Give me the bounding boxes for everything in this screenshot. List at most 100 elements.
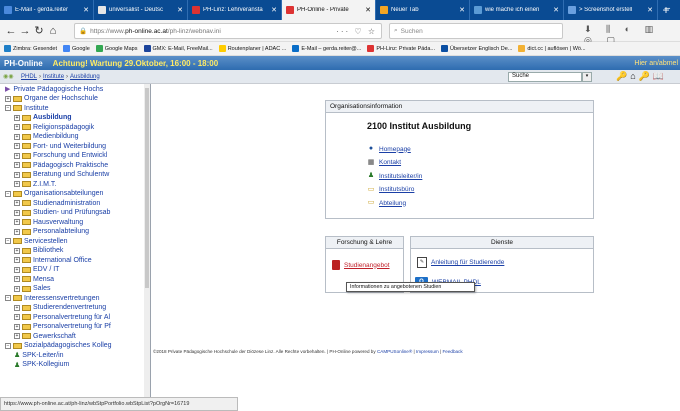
browser-tab[interactable]: wie mache ich einen ✕ [470,0,564,20]
org-info-item[interactable]: ▦ Kontakt [367,159,401,167]
tree-node[interactable]: + Beratung und Schulentw [0,170,150,180]
expand-icon[interactable]: + [14,304,20,311]
bookmark-item[interactable]: dict.cc | auflösen | Wö... [518,45,586,52]
home-icon[interactable]: ⌂ [46,25,60,37]
org-info-link[interactable]: Institutsbüro [379,186,414,193]
tree-node[interactable]: + Fort- und Weiterbildung [0,142,150,152]
expand-icon[interactable]: + [14,209,20,216]
breadcrumb-ausbildung[interactable]: Ausbildung [70,74,100,80]
browser-search-input[interactable]: ⌕ Suchen [389,23,563,39]
org-info-link[interactable]: Kontakt [379,159,401,166]
browser-tab[interactable]: PH-Linz: Lehrveransta ✕ [188,0,282,20]
tree-node[interactable]: + Religionspädagogik [0,123,150,133]
org-info-item[interactable]: ▭ Institutsbüro [367,186,415,194]
tree-node[interactable]: + International Office [0,256,150,266]
bookmark-item[interactable]: Übersetzer Englisch De... [441,45,512,52]
bookmark-item[interactable]: E-Mail – gerda.reiter@... [292,45,361,52]
ph-online-logo[interactable]: PH-Online [4,59,43,68]
tree-node[interactable]: + Studien- und Prüfungsab [0,208,150,218]
expand-icon[interactable]: + [14,257,20,264]
back-icon[interactable]: ← [4,25,18,37]
collapse-icon[interactable]: − [5,238,11,245]
expand-icon[interactable]: + [14,266,20,273]
footer-feedback-link[interactable]: Feedback [442,349,462,354]
anleitung-item[interactable]: ✎ Anleitung für Studierende [417,257,504,268]
expand-icon[interactable]: + [14,124,20,131]
close-icon[interactable]: ✕ [365,6,371,14]
tree-node[interactable]: + EDV / IT [0,265,150,275]
close-icon[interactable]: ✕ [553,6,559,14]
header-tool-icons[interactable]: 🔑⌂🔑📖 [616,71,667,82]
bookmark-item[interactable]: Routenplaner | ADAC ... [218,45,286,52]
footer-campusonline-link[interactable]: CAMPUSonline® [377,349,412,354]
expand-icon[interactable]: + [14,181,20,188]
collapse-icon[interactable]: − [5,190,11,197]
bookmark-item[interactable]: Google Maps [95,45,138,52]
tree-node[interactable]: + Ausbildung [0,113,150,123]
tree-node[interactable]: − Interessensvertretungen [0,294,150,304]
forward-icon[interactable]: → [18,25,32,37]
expand-icon[interactable]: + [14,133,20,140]
site-search-input[interactable]: Suche [508,72,582,82]
bookmark-item[interactable]: Zimbra: Gesendet [4,45,57,52]
tree-node[interactable]: + Organe der Hochschule [0,94,150,104]
reload-icon[interactable]: ↻ [32,24,46,37]
tree-node[interactable]: + Studienadministration [0,199,150,209]
browser-tab[interactable]: E-Mail - gerda.reiter ✕ [0,0,94,20]
close-icon[interactable]: ✕ [83,6,89,14]
org-info-item[interactable]: ● Homepage [367,145,411,153]
expand-icon[interactable]: + [14,228,20,235]
bookmark-item[interactable]: PH-Linz: Private Päda... [367,45,435,52]
expand-icon[interactable]: + [14,200,20,207]
tree-node[interactable]: + Bibliothek [0,246,150,256]
collapse-icon[interactable]: − [5,295,11,302]
expand-icon[interactable]: + [14,171,20,178]
expand-icon[interactable]: + [14,114,20,121]
org-info-link[interactable]: Institutsleiter/in [379,173,422,180]
close-icon[interactable]: ✕ [647,6,653,14]
bookmark-item[interactable]: GMX: E-Mail, FreeMail... [143,45,213,52]
expand-icon[interactable]: + [14,247,20,254]
expand-icon[interactable]: + [14,162,20,169]
org-info-link[interactable]: Abteilung [379,200,406,207]
expand-icon[interactable]: + [14,143,20,150]
tree-node[interactable]: + Gewerkschaft [0,332,150,342]
tree-node[interactable]: + Studierendenvertretung [0,303,150,313]
tree-node[interactable]: − Sozialpädagogisches Kolleg [0,341,150,351]
bookmark-item[interactable]: Google [63,45,90,52]
tree-node[interactable]: ♟ SPK-Leiter/in [0,351,150,361]
org-info-item[interactable]: ▭ Abteilung [367,199,406,207]
address-bar[interactable]: 🔒 https://www. ph-online.ac.at /ph-linz/… [74,23,382,39]
expand-icon[interactable]: + [14,276,20,283]
org-info-link[interactable]: Homepage [379,146,411,153]
footer-impressum-link[interactable]: Impressum [416,349,439,354]
org-info-item[interactable]: ♟ Institutsleiter/in [367,172,423,180]
expand-icon[interactable]: + [14,323,20,330]
browser-tab[interactable]: > Screenshot erstell ✕ [564,0,658,20]
tree-node[interactable]: + Forschung und Entwickl [0,151,150,161]
navigation-icon[interactable]: ◉◉ [3,73,21,80]
expand-icon[interactable]: + [14,152,20,159]
search-dropdown-icon[interactable]: ▾ [582,72,592,82]
login-link[interactable]: Hier an/abmel [634,60,678,67]
tree-root[interactable]: ▶ Private Pädagogische Hochs [0,84,150,94]
studienangebot-link[interactable]: Studienangebot [344,262,390,269]
close-icon[interactable]: ✕ [177,6,183,14]
tree-node[interactable]: + Z.I.M.T. [0,180,150,190]
expand-icon[interactable]: + [14,333,20,340]
expand-icon[interactable]: + [14,285,20,292]
collapse-icon[interactable]: − [5,342,11,349]
sidebar-scrollbar[interactable] [144,84,150,397]
tree-node[interactable]: + Pädagogisch Praktische [0,161,150,171]
browser-tab[interactable]: PH-Online - Private ✕ [282,0,376,20]
page-actions-icon[interactable]: ··· ♡ ☆ [336,27,377,36]
scrollbar-thumb[interactable] [145,88,149,288]
browser-tab[interactable]: Neuer Tab ✕ [376,0,470,20]
tree-node[interactable]: − Institute [0,104,150,114]
tree-node[interactable]: − Servicestellen [0,237,150,247]
breadcrumb-institute[interactable]: Institute [43,74,64,80]
breadcrumb-phdl[interactable]: PHDL [21,74,37,80]
tree-node[interactable]: + Personalvertretung für Pf [0,322,150,332]
studienangebot-item[interactable]: Studienangebot [332,260,390,270]
tree-node[interactable]: ♟ SPK-Kollegium [0,360,150,370]
